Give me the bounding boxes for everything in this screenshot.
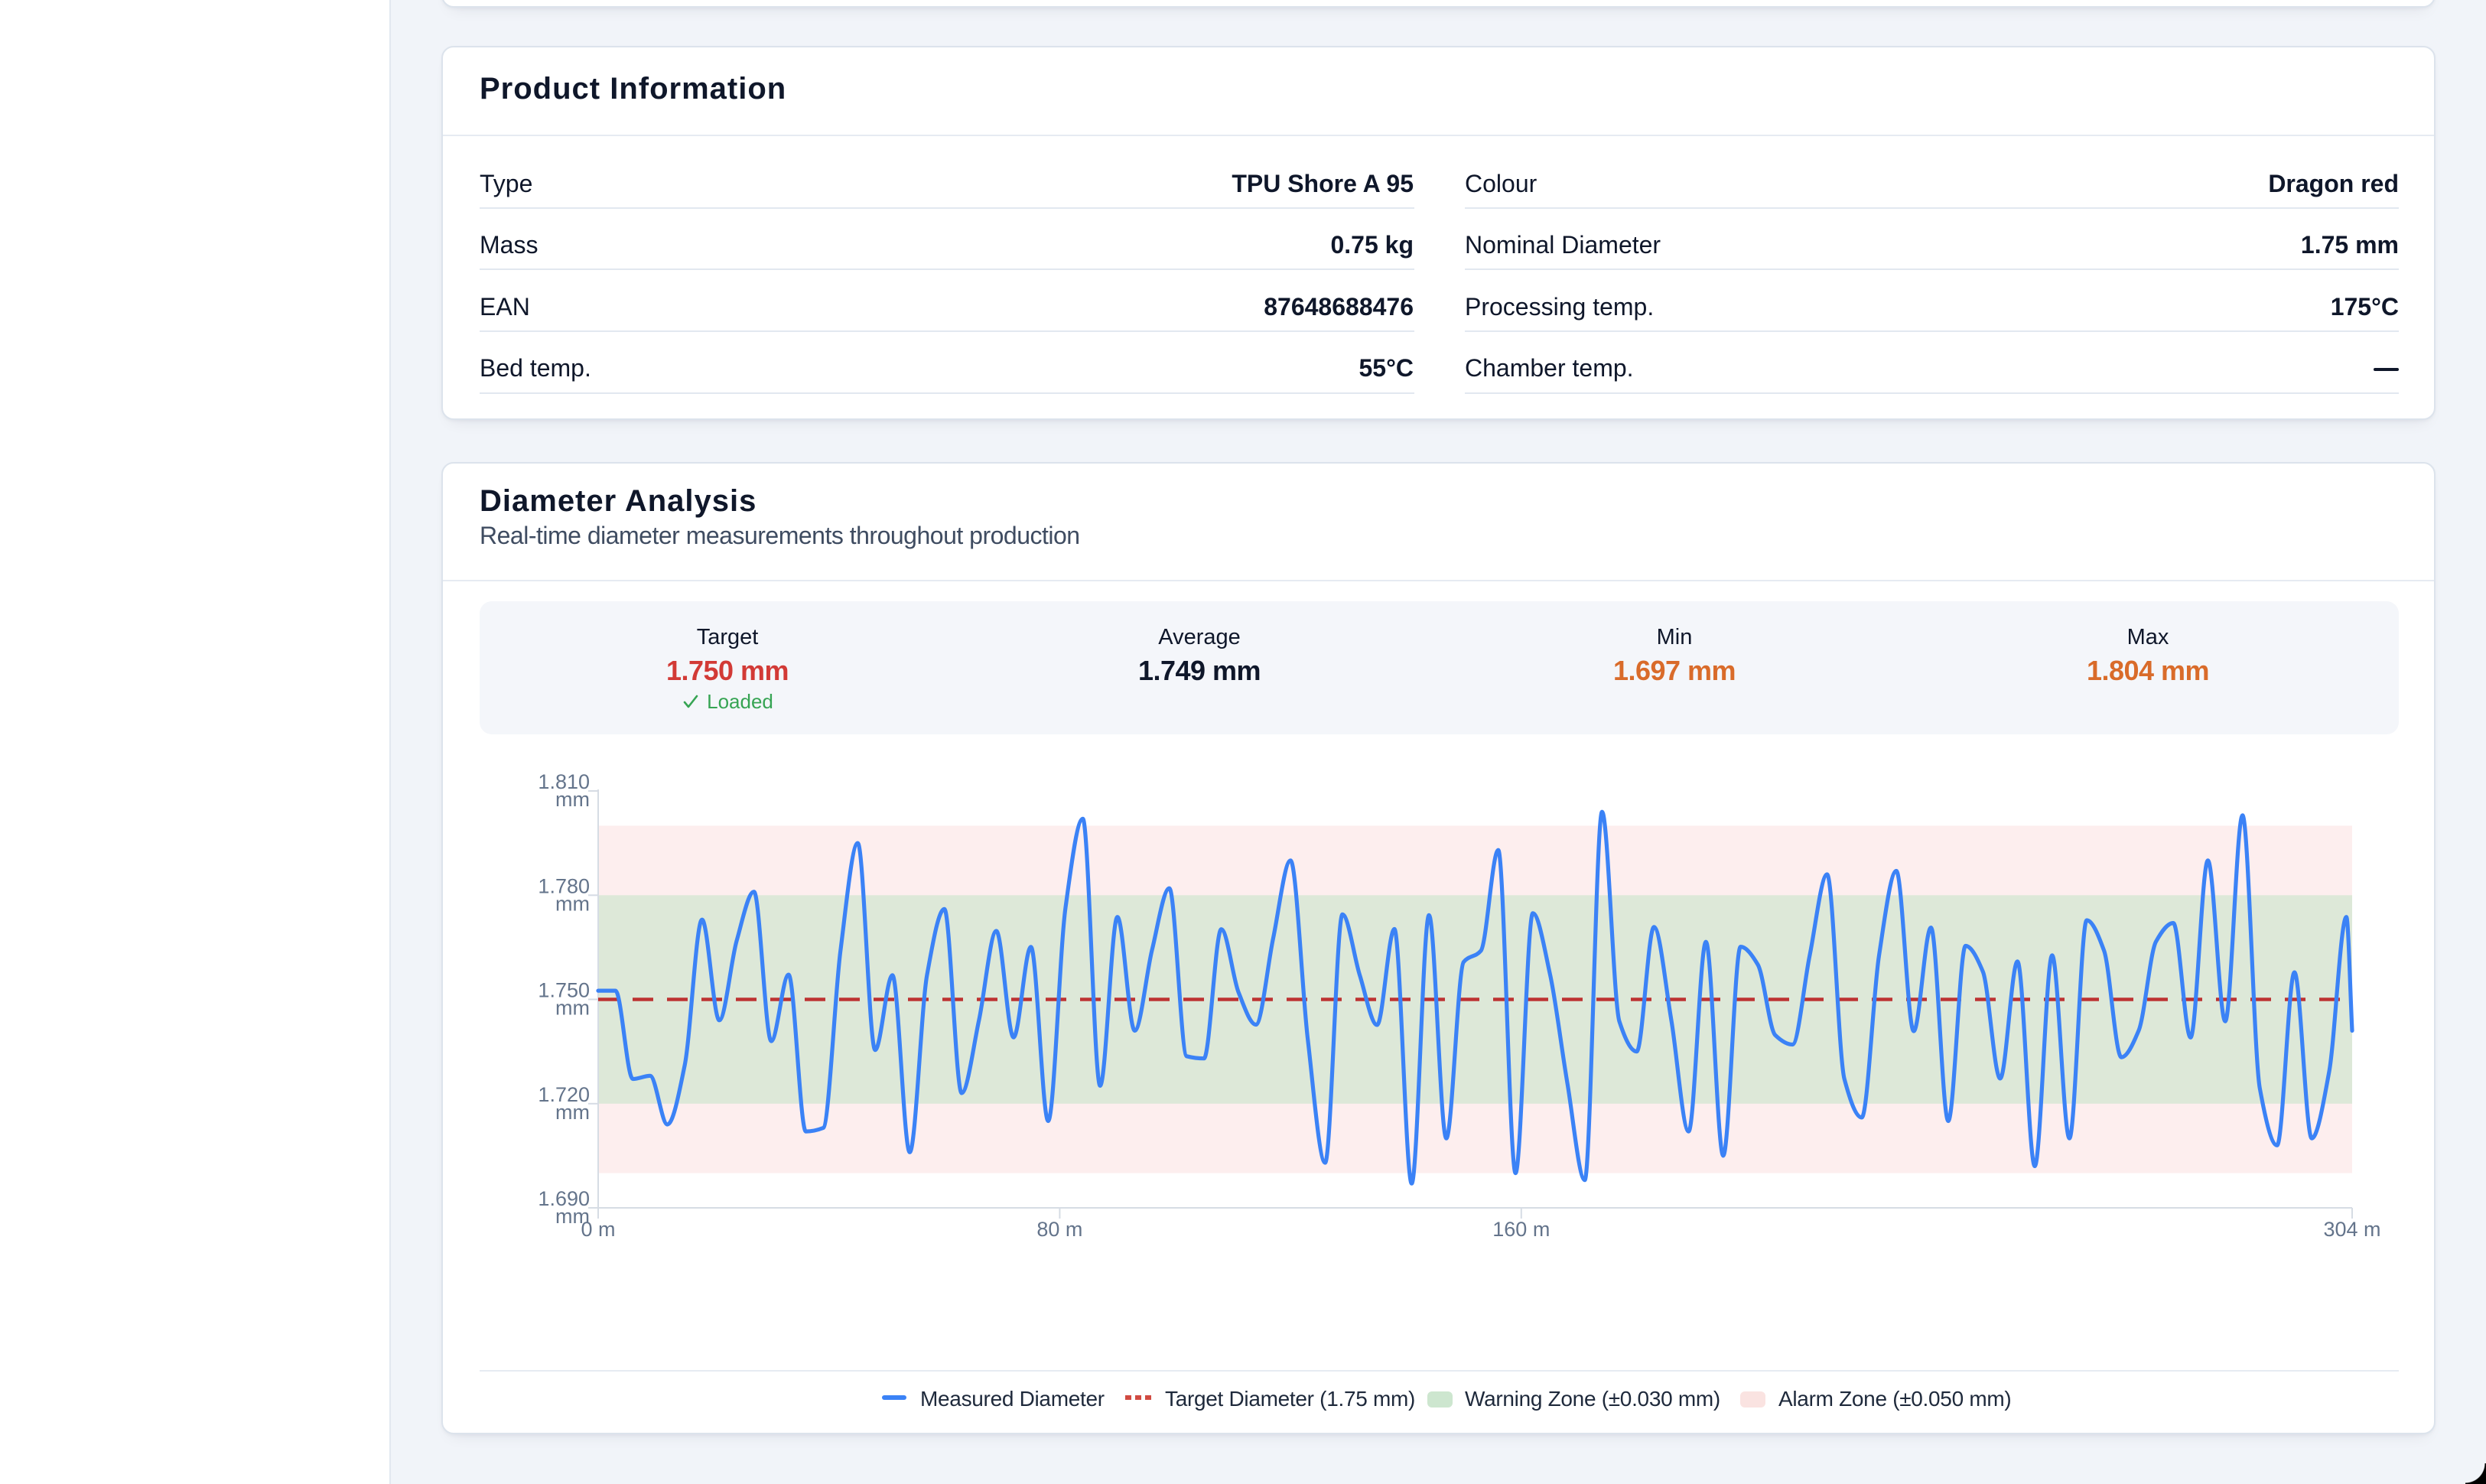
svg-text:0 m: 0 m [581, 1218, 615, 1241]
svg-text:mm: mm [555, 788, 590, 811]
svg-text:mm: mm [555, 1101, 590, 1124]
svg-text:304 m: 304 m [2323, 1218, 2380, 1241]
svg-text:80 m: 80 m [1036, 1218, 1082, 1241]
svg-text:160 m: 160 m [1492, 1218, 1550, 1241]
svg-text:mm: mm [555, 997, 590, 1020]
svg-text:mm: mm [555, 892, 590, 915]
